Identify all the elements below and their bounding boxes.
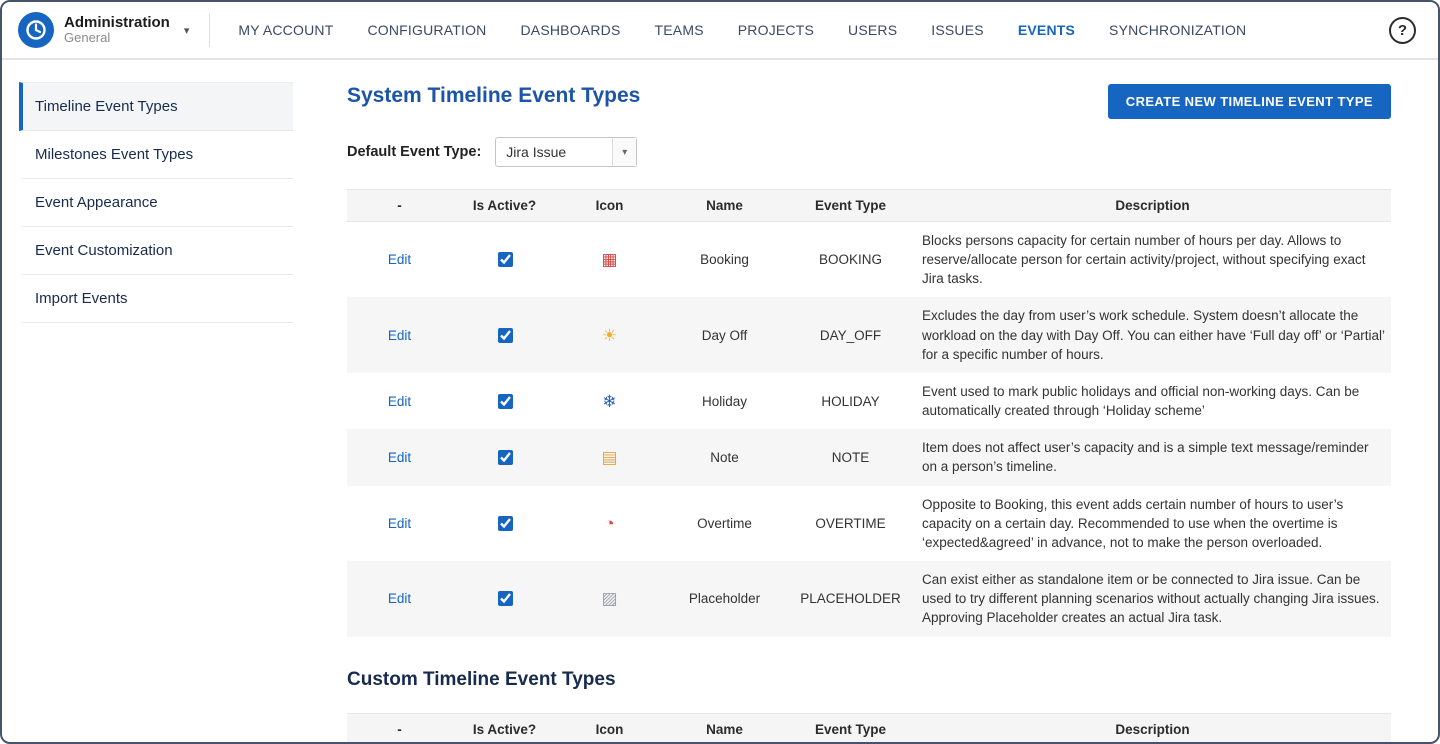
event-description: Can exist either as standalone item or b… <box>914 561 1391 636</box>
custom-event-types-table: -Is Active?IconNameEvent TypeDescription… <box>347 713 1391 744</box>
event-type-code: DAY_OFF <box>787 297 914 372</box>
column-header-icon: Icon <box>557 190 662 222</box>
edit-link[interactable]: Edit <box>388 450 411 465</box>
nav-item-synchronization[interactable]: SYNCHRONIZATION <box>1109 22 1246 38</box>
default-event-type-row: Default Event Type: Jira Issue ▾ <box>347 137 1391 167</box>
snowflake-icon: ❄ <box>602 392 616 411</box>
column-header-name: Name <box>662 713 787 744</box>
column-header-icon: Icon <box>557 713 662 744</box>
event-description: Blocks persons capacity for certain numb… <box>914 222 1391 298</box>
primary-nav: MY ACCOUNT CONFIGURATION DASHBOARDS TEAMS PR… <box>238 22 1246 38</box>
event-description: Excludes the day from user’s work schedu… <box>914 297 1391 372</box>
column-header-event-type: Event Type <box>787 713 914 744</box>
event-type-code: BOOKING <box>787 222 914 298</box>
column-header--: - <box>347 713 452 744</box>
column-header-description: Description <box>914 713 1391 744</box>
is-active-checkbox[interactable] <box>498 516 513 531</box>
edit-link[interactable]: Edit <box>388 394 411 409</box>
content-area: Timeline Event TypesMilestones Event Typ… <box>2 60 1438 744</box>
column-header-is-active-: Is Active? <box>452 190 557 222</box>
event-type-row: Edit ▨ PlaceholderPLACEHOLDERCan exist eit… <box>347 561 1391 636</box>
column-header-event-type: Event Type <box>787 190 914 222</box>
app-logo-icon <box>18 12 54 48</box>
sidebar-item-timeline-event-types[interactable]: Timeline Event Types <box>19 82 293 131</box>
event-type-code: OVERTIME <box>787 486 914 561</box>
column-header-name: Name <box>662 190 787 222</box>
table-header-row: -Is Active?IconNameEvent TypeDescription <box>347 713 1391 744</box>
nav-item-dashboards[interactable]: DASHBOARDS <box>520 22 620 38</box>
sidebar-item-event-customization[interactable]: Event Customization <box>19 227 293 275</box>
nav-item-teams[interactable]: TEAMS <box>655 22 704 38</box>
edit-link[interactable]: Edit <box>388 591 411 606</box>
overtime-clock-icon: ◔ <box>604 514 614 533</box>
event-type-row: Edit ▦ BookingBOOKINGBlocks persons capaci… <box>347 222 1391 298</box>
note-icon: ▤ <box>601 448 617 467</box>
system-event-types-table: -Is Active?IconNameEvent TypeDescription… <box>347 189 1391 637</box>
top-navigation-bar: Administration General ▾ MY ACCOUNT CONFI… <box>2 2 1438 60</box>
custom-section-title: Custom Timeline Event Types <box>347 669 1391 691</box>
table-header-row: -Is Active?IconNameEvent TypeDescription <box>347 190 1391 222</box>
page-title: System Timeline Event Types <box>347 84 640 108</box>
event-description: Item does not affect user’s capacity and… <box>914 429 1391 485</box>
event-type-row: Edit ◔ OvertimeOVERTIMEOpposite to Booking… <box>347 486 1391 561</box>
nav-item-configuration[interactable]: CONFIGURATION <box>367 22 486 38</box>
create-timeline-event-type-button[interactable]: CREATE NEW TIMELINE EVENT TYPE <box>1108 84 1391 119</box>
divider <box>209 13 210 47</box>
event-name: Booking <box>662 222 787 298</box>
default-event-type-value: Jira Issue <box>506 144 566 160</box>
app-title: Administration <box>64 14 170 31</box>
nav-item-users[interactable]: USERS <box>848 22 897 38</box>
default-event-type-select[interactable]: Jira Issue ▾ <box>495 137 637 167</box>
calendar-icon: ▦ <box>601 250 617 269</box>
event-type-code: PLACEHOLDER <box>787 561 914 636</box>
administration-menu[interactable]: Administration General ▾ <box>18 12 189 48</box>
event-name: Placeholder <box>662 561 787 636</box>
event-name: Note <box>662 429 787 485</box>
sun-icon: ☀ <box>602 326 617 345</box>
nav-item-issues[interactable]: ISSUES <box>931 22 984 38</box>
event-name: Day Off <box>662 297 787 372</box>
sidebar-item-import-events[interactable]: Import Events <box>19 275 293 323</box>
default-event-type-label: Default Event Type: <box>347 144 481 160</box>
help-icon[interactable]: ? <box>1389 17 1416 44</box>
event-type-row: Edit ☀ Day OffDAY_OFFExcludes the day from… <box>347 297 1391 372</box>
is-active-checkbox[interactable] <box>498 591 513 606</box>
sidebar-item-milestones-event-types[interactable]: Milestones Event Types <box>19 131 293 179</box>
brand-text: Administration General <box>64 14 170 46</box>
edit-link[interactable]: Edit <box>388 328 411 343</box>
main-panel: System Timeline Event Types CREATE NEW T… <box>293 60 1438 744</box>
column-header-is-active-: Is Active? <box>452 713 557 744</box>
event-type-code: NOTE <box>787 429 914 485</box>
hatch-pattern-icon: ▨ <box>601 589 617 608</box>
sidebar-item-event-appearance[interactable]: Event Appearance <box>19 179 293 227</box>
event-name: Overtime <box>662 486 787 561</box>
nav-item-events[interactable]: EVENTS <box>1018 22 1075 38</box>
event-description: Event used to mark public holidays and o… <box>914 373 1391 429</box>
column-header--: - <box>347 190 452 222</box>
column-header-description: Description <box>914 190 1391 222</box>
app-window: Administration General ▾ MY ACCOUNT CONFI… <box>0 0 1440 744</box>
app-subtitle: General <box>64 31 170 46</box>
edit-link[interactable]: Edit <box>388 516 411 531</box>
sidebar: Timeline Event TypesMilestones Event Typ… <box>2 60 293 744</box>
nav-item-projects[interactable]: PROJECTS <box>738 22 814 38</box>
event-type-row: Edit ▤ NoteNOTEItem does not affect user’s… <box>347 429 1391 485</box>
event-type-code: HOLIDAY <box>787 373 914 429</box>
help-glyph: ? <box>1398 22 1407 39</box>
chevron-down-icon[interactable]: ▾ <box>612 138 636 166</box>
event-description: Opposite to Booking, this event adds cer… <box>914 486 1391 561</box>
event-type-row: Edit ❄ HolidayHOLIDAYEvent used to mark pu… <box>347 373 1391 429</box>
is-active-checkbox[interactable] <box>498 450 513 465</box>
chevron-down-icon[interactable]: ▾ <box>184 24 190 37</box>
nav-item-my-account[interactable]: MY ACCOUNT <box>238 22 333 38</box>
is-active-checkbox[interactable] <box>498 394 513 409</box>
page-head: System Timeline Event Types CREATE NEW T… <box>347 84 1391 119</box>
is-active-checkbox[interactable] <box>498 328 513 343</box>
is-active-checkbox[interactable] <box>498 252 513 267</box>
event-name: Holiday <box>662 373 787 429</box>
edit-link[interactable]: Edit <box>388 252 411 267</box>
